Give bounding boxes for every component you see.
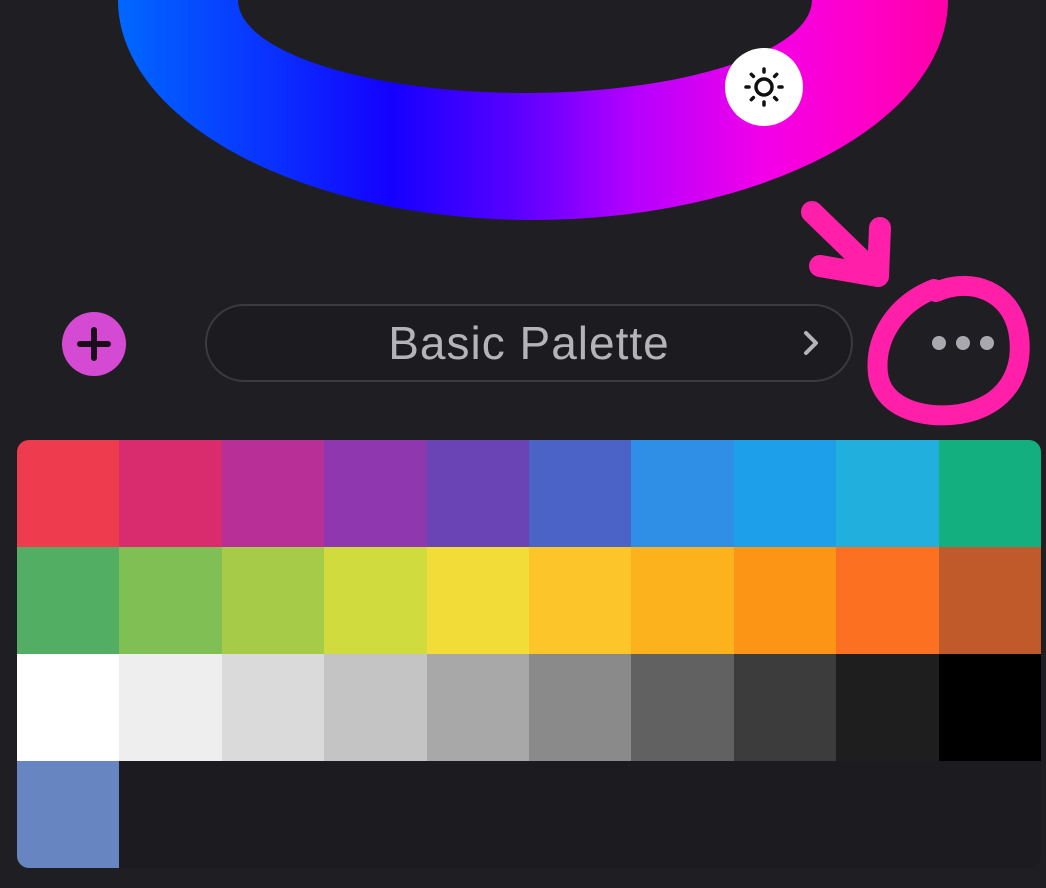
color-swatch[interactable] (733, 440, 837, 547)
color-swatch[interactable] (119, 440, 222, 547)
color-swatch[interactable] (17, 654, 120, 761)
palette-name: Basic Palette (388, 317, 670, 369)
add-palette-button[interactable] (62, 312, 126, 376)
chevron-right-icon (804, 331, 818, 355)
color-swatch[interactable] (119, 547, 222, 654)
color-wheel-ring[interactable] (118, 0, 948, 220)
palette-swatch-grid (17, 440, 1041, 868)
color-swatch[interactable] (938, 654, 1041, 761)
color-swatch[interactable] (631, 440, 734, 547)
color-swatch[interactable] (17, 440, 120, 547)
color-swatch[interactable] (836, 654, 939, 761)
color-swatch[interactable] (221, 547, 325, 654)
color-swatch[interactable] (324, 440, 427, 547)
color-swatch[interactable] (324, 547, 427, 654)
color-swatch[interactable] (529, 654, 632, 761)
color-swatch[interactable] (529, 440, 632, 547)
color-swatch[interactable] (221, 654, 325, 761)
color-swatch[interactable] (836, 440, 939, 547)
color-swatch[interactable] (426, 547, 529, 654)
sun-icon (744, 67, 784, 107)
palette-selector[interactable]: Basic Palette (205, 304, 853, 382)
color-swatch[interactable] (221, 440, 325, 547)
color-swatch[interactable] (631, 547, 734, 654)
plus-icon (62, 312, 126, 376)
color-swatch[interactable] (733, 654, 837, 761)
annotation-arrow (801, 201, 891, 287)
color-swatch[interactable] (119, 654, 222, 761)
color-swatch[interactable] (836, 547, 939, 654)
ellipsis-icon (932, 336, 946, 350)
color-swatch[interactable] (529, 547, 632, 654)
color-swatch[interactable] (733, 547, 837, 654)
color-swatch[interactable] (324, 654, 427, 761)
ellipsis-icon (980, 336, 994, 350)
color-swatch[interactable] (938, 547, 1041, 654)
more-options-button[interactable] (920, 325, 1006, 361)
color-swatch[interactable] (631, 654, 734, 761)
color-swatch[interactable] (426, 654, 529, 761)
brightness-button[interactable] (725, 48, 803, 126)
color-swatch[interactable] (17, 547, 120, 654)
color-swatch[interactable] (17, 761, 120, 868)
ellipsis-icon (956, 336, 970, 350)
color-swatch[interactable] (426, 440, 529, 547)
color-swatch[interactable] (938, 440, 1041, 547)
